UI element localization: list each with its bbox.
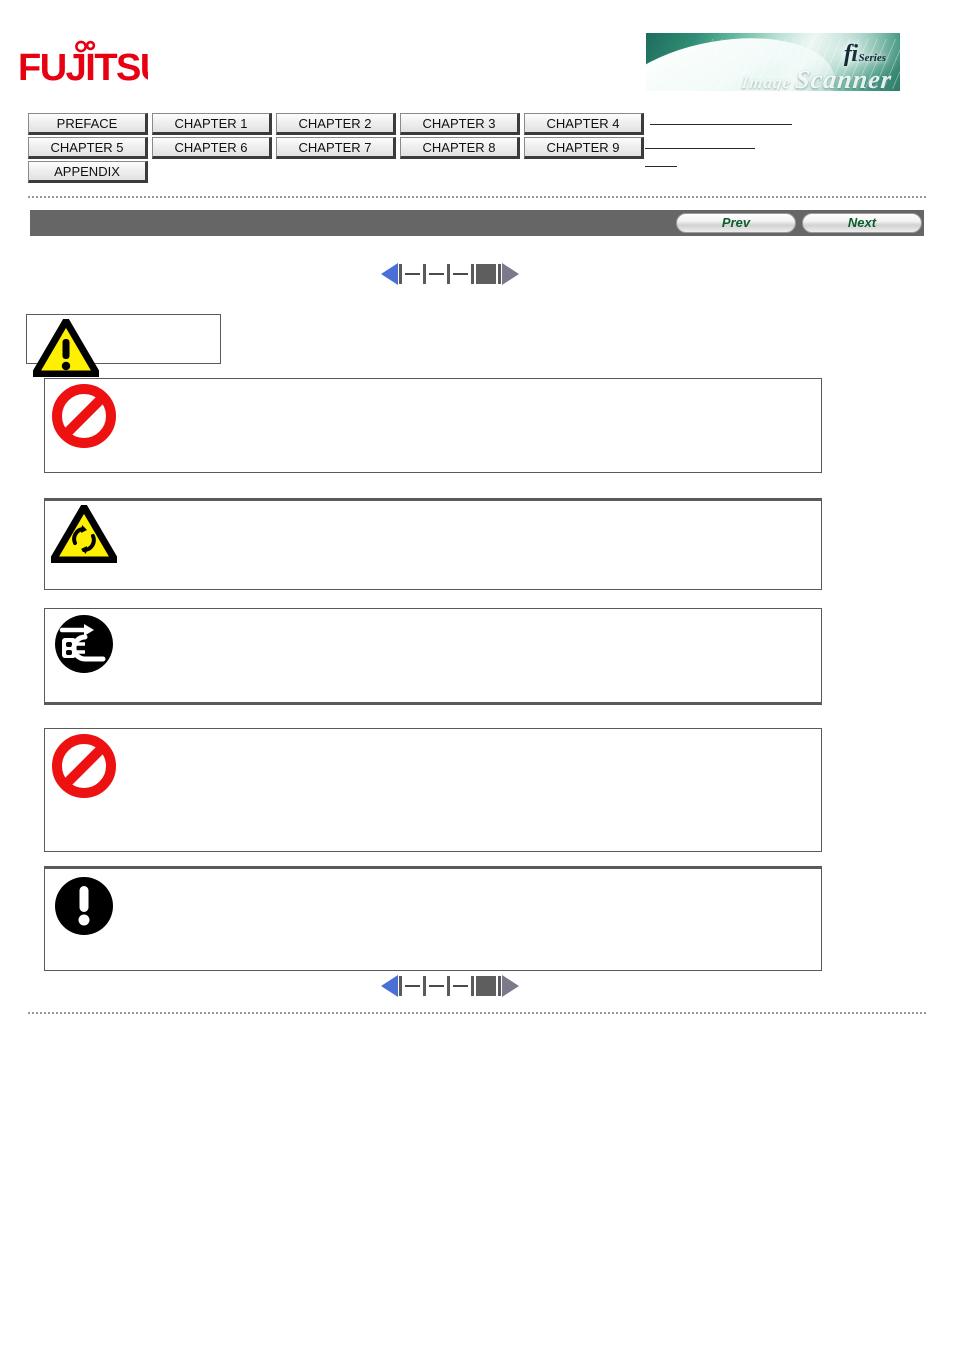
current-page-block-icon [476,264,496,284]
vertical-bar-icon [423,264,426,284]
dash-icon [429,985,444,987]
vertical-bar-icon [471,264,474,284]
tab-chapter-9[interactable]: CHAPTER 9 [524,137,644,159]
header-rule-3 [645,166,677,167]
notice-unplug [44,608,822,705]
icon-slot [33,319,99,377]
tab-chapter-7[interactable]: CHAPTER 7 [276,137,396,159]
tab-chapter-4[interactable]: CHAPTER 4 [524,113,644,135]
banner-fi-mark: fiSeries [844,41,886,68]
prev-next-toolbar: Prev Next [30,210,924,236]
warning-triangle-rotating-parts-icon [51,505,117,563]
tab-chapter-1[interactable]: CHAPTER 1 [152,113,272,135]
triangle-right-icon[interactable] [502,975,519,997]
tab-preface[interactable]: PREFACE [28,113,148,135]
tab-chapter-6[interactable]: CHAPTER 6 [152,137,272,159]
notice-entanglement [44,498,822,590]
triangle-left-icon[interactable] [381,975,398,997]
vertical-bar-icon [423,976,426,996]
vertical-bar-icon [447,264,450,284]
fi-series-banner: ImageScanner fiSeries [646,33,900,91]
tab-chapter-8[interactable]: CHAPTER 8 [400,137,520,159]
unplug-power-cord-icon [51,613,121,675]
icon-slot [51,873,117,939]
notice-heading-box [26,314,221,377]
next-button[interactable]: Next [802,213,922,233]
manual-page: FUJITSU ImageScanner fiSeries PREFACE CH… [0,0,954,1351]
dash-icon [453,273,468,275]
tab-row: PREFACE CHAPTER 1 CHAPTER 2 CHAPTER 3 CH… [28,113,648,135]
dash-icon [405,985,420,987]
icon-slot [51,613,121,675]
vertical-bar-icon [399,976,402,996]
warning-triangle-exclamation-icon [33,319,99,377]
tab-chapter-3[interactable]: CHAPTER 3 [400,113,520,135]
tab-chapter-5[interactable]: CHAPTER 5 [28,137,148,159]
dash-icon [429,273,444,275]
banner-product-small: Image [740,73,793,91]
banner-fi-text: fi [843,41,858,67]
mandatory-action-exclamation-icon [51,873,117,939]
vertical-bar-icon [498,976,501,996]
triangle-right-icon[interactable] [502,263,519,285]
vertical-bar-icon [471,976,474,996]
vertical-bar-icon [498,264,501,284]
icon-slot [51,505,117,563]
current-page-block-icon [476,976,496,996]
prev-button[interactable]: Prev [676,213,796,233]
icon-slot [51,383,117,449]
dash-icon [405,273,420,275]
icon-slot [51,733,117,799]
dash-icon [453,985,468,987]
prohibition-no-entry-icon [51,733,117,799]
tab-row: APPENDIX [28,161,648,183]
banner-product-name: Scanner [793,65,894,91]
page-stepper-bottom [381,975,519,997]
prohibition-no-entry-icon [51,383,117,449]
header-rule-2 [645,148,755,149]
tab-row: CHAPTER 5 CHAPTER 6 CHAPTER 7 CHAPTER 8 … [28,137,648,159]
vertical-bar-icon [399,264,402,284]
tab-appendix[interactable]: APPENDIX [28,161,148,183]
notice-prohibition-2 [44,728,822,852]
divider-bottom [28,1012,926,1014]
notice-prohibition-1 [44,378,822,473]
header-rule-1 [650,124,792,125]
notice-mandatory [44,866,822,971]
chapter-tab-navigation: PREFACE CHAPTER 1 CHAPTER 2 CHAPTER 3 CH… [28,113,648,185]
triangle-left-icon[interactable] [381,263,398,285]
banner-product-script: ImageScanner [740,65,894,91]
tab-chapter-2[interactable]: CHAPTER 2 [276,113,396,135]
fujitsu-logo: FUJITSU [18,40,167,89]
divider-top [28,196,926,198]
page-stepper-top [381,263,519,285]
banner-series-text: Series [858,52,887,64]
vertical-bar-icon [447,976,450,996]
svg-text:FUJITSU: FUJITSU [18,47,148,86]
